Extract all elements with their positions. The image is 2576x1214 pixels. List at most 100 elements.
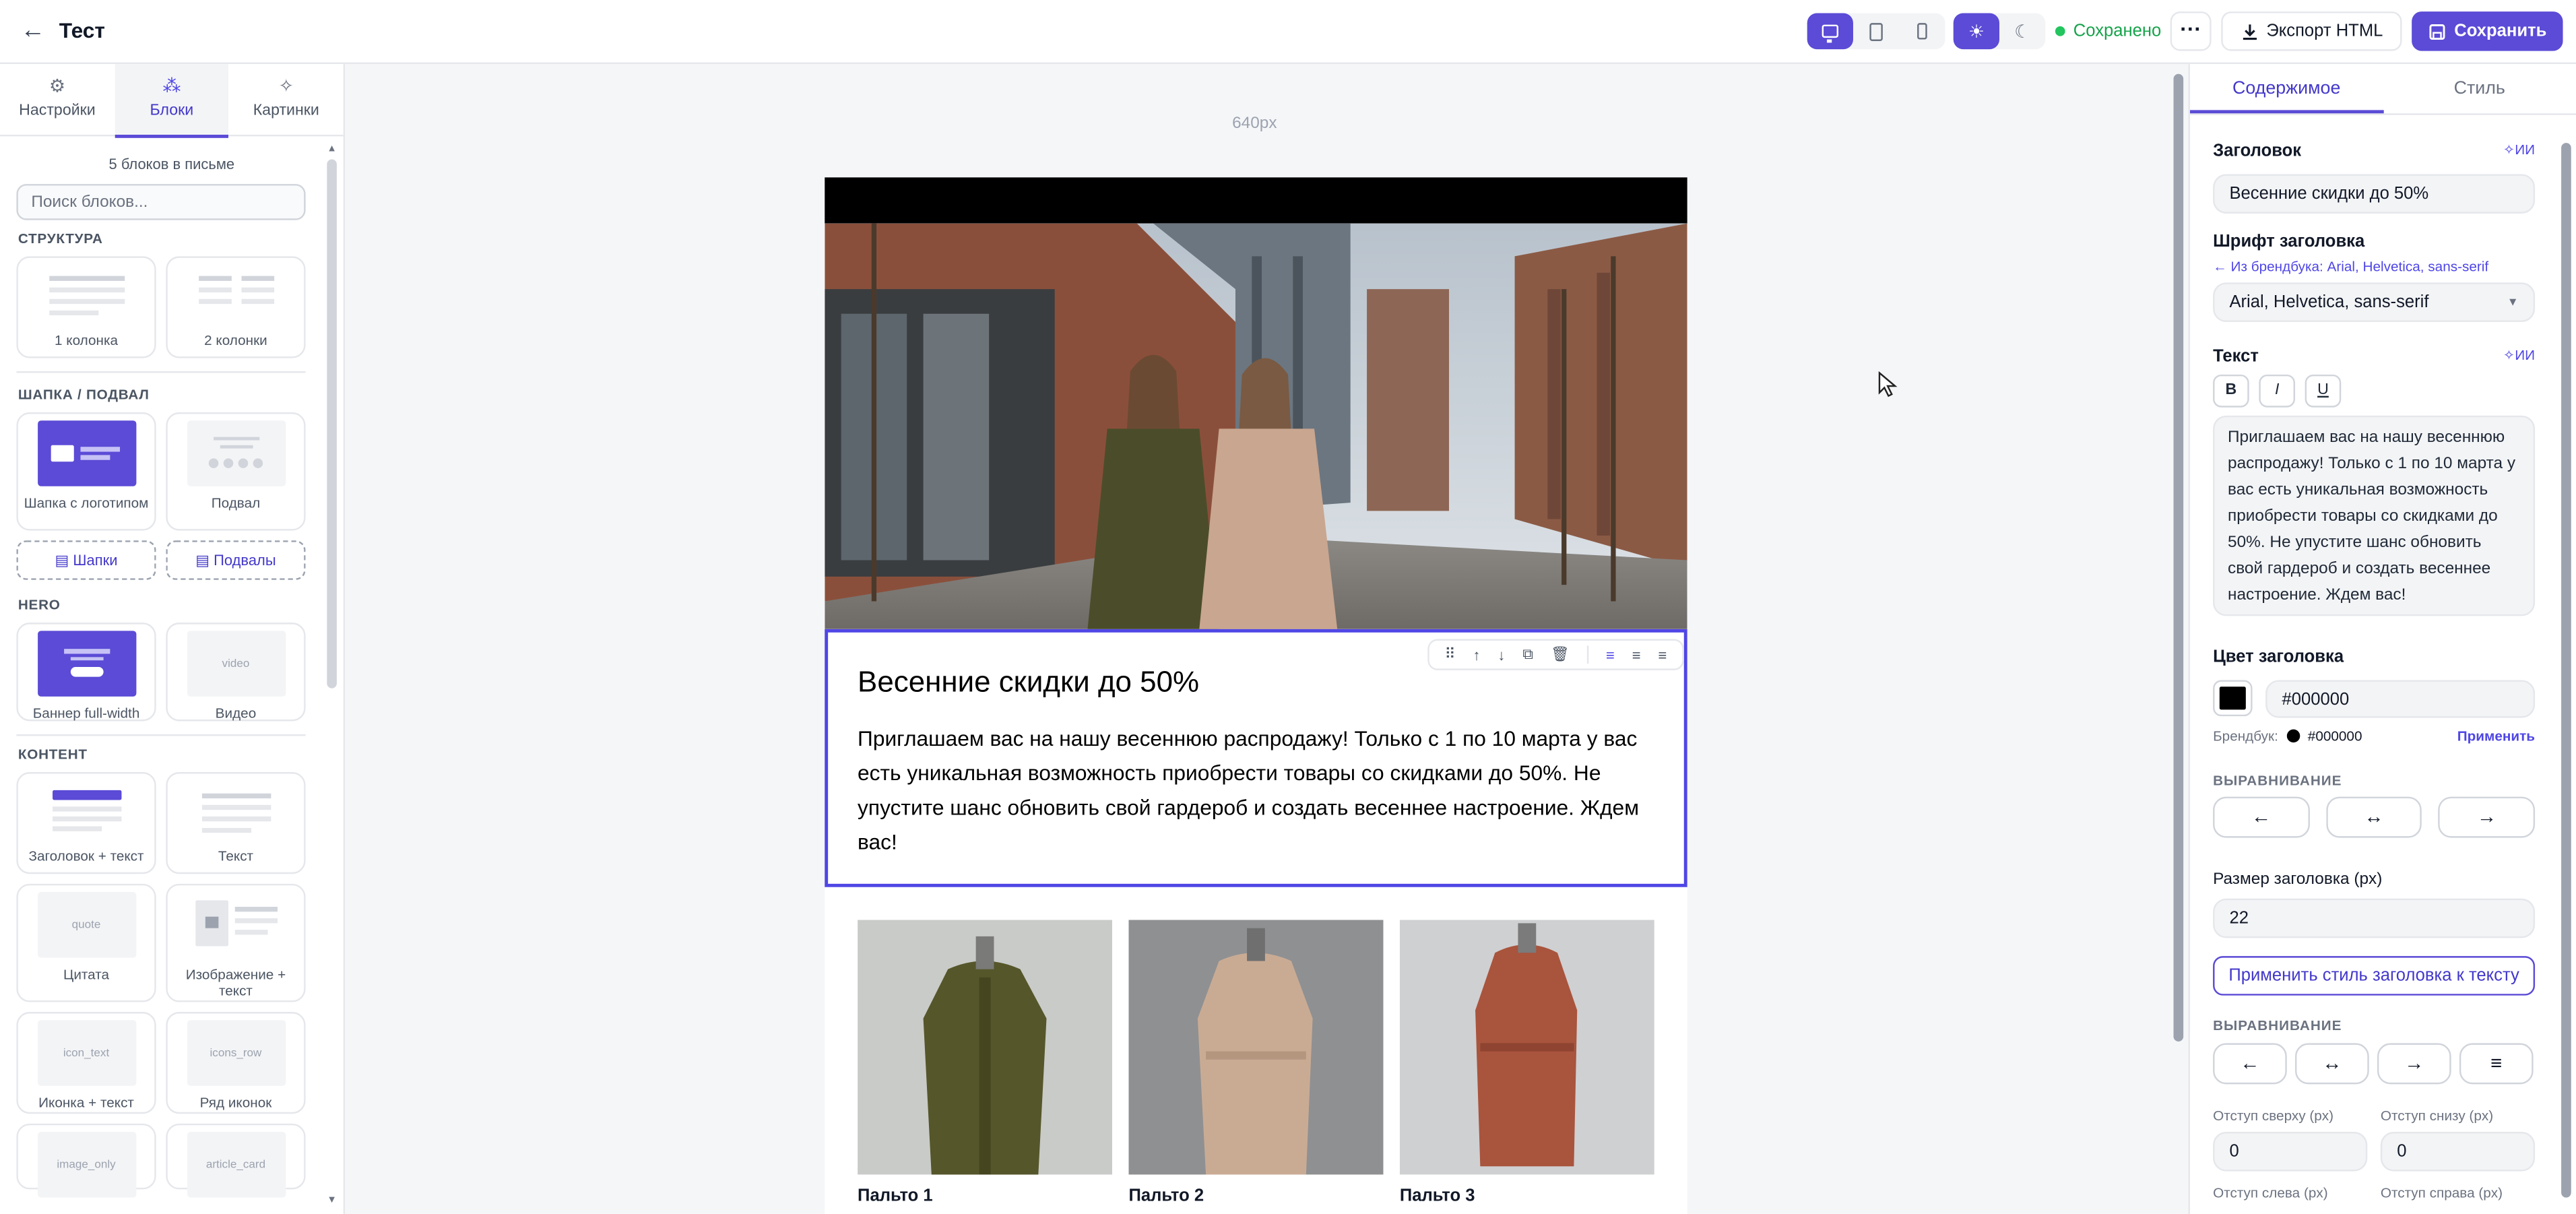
heading-font-label: Шрифт заголовка (2213, 231, 2365, 252)
block-quote[interactable]: quote Цитата (16, 883, 156, 1002)
align2-right-button[interactable]: → (2377, 1043, 2451, 1085)
move-down-icon[interactable]: ↓ (1498, 647, 1505, 663)
search-blocks-input[interactable]: Поиск блоков... (16, 184, 306, 220)
header-footer-links: ▤ Шапки ▤ Подвалы (16, 540, 343, 580)
tab-content[interactable]: Содержимое (2189, 64, 2383, 114)
block-banner-full-width[interactable]: Баннер full-width (16, 622, 156, 722)
duplicate-icon[interactable]: ⧉ (1522, 645, 1533, 664)
icons-row-thumb: icons_row (186, 1020, 286, 1086)
status-dot (2055, 26, 2065, 36)
canvas-scrollbar[interactable] (2173, 73, 2184, 1042)
hero-image[interactable] (825, 223, 1687, 629)
properties-scrollbar[interactable] (2561, 143, 2571, 1198)
scroll-down-arrow[interactable]: ▼ (327, 1196, 337, 1206)
move-up-icon[interactable]: ↑ (1473, 647, 1480, 663)
align-center-button[interactable]: ↔ (2325, 796, 2422, 838)
padding-top-input[interactable]: 0 (2213, 1132, 2368, 1172)
image-text-thumb (187, 892, 285, 958)
top-bar: ← Тест ☀ ☾ Сохранено ··· Экспорт HTML Со… (0, 0, 2576, 65)
heading-size-input[interactable]: 22 (2213, 898, 2536, 938)
alignment-section: ВЫРАВНИВАНИЕ ← ↔ → (2213, 772, 2536, 838)
block-icon-text[interactable]: icon_text Иконка + текст (16, 1012, 156, 1114)
sparkle-icon: ✧ (2503, 141, 2515, 158)
bold-button[interactable]: B (2213, 374, 2249, 408)
text-textarea[interactable]: Приглашаем вас на нашу весеннюю распрода… (2213, 415, 2536, 616)
brandbook-font-hint[interactable]: ← Из брендбука: Arial, Helvetica, sans-s… (2213, 258, 2535, 274)
block-footer-label: Подвал (211, 494, 261, 511)
heading-font-value: Arial, Helvetica, sans-serif (2229, 292, 2429, 313)
ai-text-button[interactable]: ✧ИИ (2503, 347, 2535, 365)
block-two-columns[interactable]: 2 колонки (166, 256, 306, 358)
trash-icon[interactable]: 🗑 (1551, 645, 1570, 664)
italic-button[interactable]: I (2259, 374, 2296, 408)
block-header-logo[interactable]: Шапка с логотипом (16, 412, 156, 531)
block-footer[interactable]: Подвал (166, 412, 306, 531)
block-heading-text[interactable]: Заголовок + текст (16, 772, 156, 874)
drag-handle-icon[interactable]: ⠿ (1444, 645, 1455, 664)
footer-thumb (186, 420, 286, 486)
padding-section: Отступ сверху (px) 0 Отступ снизу (px) 0… (2213, 1107, 2536, 1201)
save-status-label: Сохранено (2073, 21, 2162, 41)
block-video[interactable]: video Видео (166, 622, 306, 722)
scroll-up-arrow[interactable]: ▲ (327, 145, 337, 155)
block-one-column[interactable]: 1 колонка (16, 256, 156, 358)
align-left-icon[interactable]: ≡ (1606, 647, 1615, 663)
mobile-view-button[interactable] (1899, 13, 1945, 50)
layout-icon: ▤ (195, 552, 214, 569)
tab-style[interactable]: Стиль (2383, 64, 2576, 113)
sidebar-scrollbar[interactable] (327, 159, 337, 689)
headers-link-button[interactable]: ▤ Шапки (16, 540, 156, 580)
padding-bottom-input[interactable]: 0 (2380, 1132, 2536, 1172)
device-switcher (1807, 13, 1945, 50)
email-canvas: 640px ⠿ ↑ ↓ ⧉ 🗑 ≡ ≡ ≡ Весенние скидки до… (345, 64, 2189, 1214)
hero-row: Баннер full-width video Видео (16, 622, 343, 722)
align-right-icon[interactable]: ≡ (1659, 647, 1667, 663)
heading-font-select[interactable]: Arial, Helvetica, sans-serif ▼ (2213, 282, 2536, 322)
heading-color-input[interactable]: #000000 (2265, 680, 2536, 718)
blocks-sidebar: ⚙ Настройки ⁂ Блоки ✧ Картинки 5 блоков … (0, 64, 346, 1214)
toolbar-separator (1586, 645, 1589, 664)
product-image-2 (1128, 920, 1384, 1175)
export-html-button[interactable]: Экспорт HTML (2221, 11, 2402, 51)
alignment-label: ВЫРАВНИВАНИЕ (2213, 772, 2342, 789)
block-text[interactable]: Текст (166, 772, 306, 874)
block-article-card[interactable]: article_card (166, 1123, 306, 1198)
block-image-text[interactable]: Изображение + текст (166, 883, 306, 1002)
product-card-3[interactable]: Пальто 3 (1399, 920, 1654, 1206)
selected-text-block[interactable]: ⠿ ↑ ↓ ⧉ 🗑 ≡ ≡ ≡ Весенние скидки до 50% П… (825, 629, 1687, 887)
block-image-only[interactable]: image_only (16, 1123, 156, 1198)
product-card-2[interactable]: Пальто 2 (1128, 920, 1384, 1206)
email-body-text[interactable]: Приглашаем вас на нашу весеннюю распрода… (858, 721, 1663, 859)
align2-left-button[interactable]: ← (2213, 1043, 2287, 1085)
section-divider (16, 371, 306, 373)
underline-button[interactable]: U (2305, 374, 2342, 408)
color-swatch[interactable] (2213, 680, 2253, 717)
align2-justify-button[interactable]: ≡ (2459, 1043, 2534, 1085)
ai-heading-button[interactable]: ✧ИИ (2503, 141, 2535, 160)
heading-label: Заголовок (2213, 141, 2302, 161)
light-theme-button[interactable]: ☀ (1953, 13, 2000, 50)
dark-theme-button[interactable]: ☾ (1999, 13, 2045, 50)
block-icons-row[interactable]: icons_row Ряд иконок (166, 1012, 306, 1114)
heading-input[interactable]: Весенние скидки до 50% (2213, 174, 2536, 214)
align-left-button[interactable]: ← (2213, 796, 2310, 838)
align2-center-button[interactable]: ↔ (2295, 1043, 2369, 1085)
apply-heading-style-button[interactable]: Применить стиль заголовка к тексту (2213, 956, 2536, 996)
apply-color-link[interactable]: Применить (2457, 728, 2535, 744)
tab-images[interactable]: ✧ Картинки (229, 64, 344, 136)
desktop-view-button[interactable] (1807, 13, 1853, 50)
save-button[interactable]: Сохранить (2412, 11, 2563, 51)
tab-blocks[interactable]: ⁂ Блоки (114, 64, 229, 138)
footers-link-button[interactable]: ▤ Подвалы (166, 540, 306, 580)
arrow-left-icon[interactable]: ← (20, 18, 46, 44)
product-name-2: Пальто 2 (1128, 1186, 1204, 1206)
email-heading[interactable]: Весенние скидки до 50% (858, 666, 1199, 700)
align-center-icon[interactable]: ≡ (1632, 647, 1641, 663)
product-card-1[interactable]: Пальто 1 (858, 920, 1113, 1206)
more-button[interactable]: ··· (2170, 11, 2212, 51)
align-right-button[interactable]: → (2439, 796, 2536, 838)
tablet-view-button[interactable] (1853, 13, 1899, 50)
heading-size-label: Размер заголовка (px) (2213, 870, 2383, 889)
tab-settings[interactable]: ⚙ Настройки (0, 64, 115, 136)
properties-panel: Содержимое Стиль Заголовок ✧ИИ Весенние … (2188, 64, 2576, 1214)
